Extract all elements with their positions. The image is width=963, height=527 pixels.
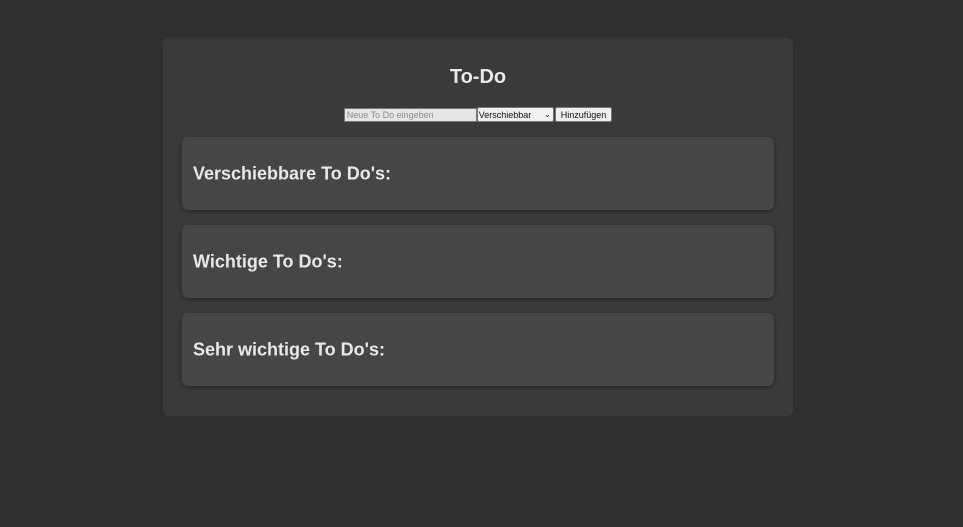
page-title: To-Do <box>449 66 507 88</box>
chevron-down-icon: ⌄ <box>544 109 551 119</box>
section-very-important-todos[interactable]: Sehr wichtige To Do's: <box>182 313 774 386</box>
todo-card: To-Do Verschiebbar ⌄ Hinzufügen Verschie… <box>163 38 793 416</box>
add-button[interactable]: Hinzufügen <box>554 107 613 122</box>
section-important-todos[interactable]: Wichtige To Do's: <box>182 225 774 298</box>
new-todo-input[interactable] <box>343 107 477 122</box>
section-title: Wichtige To Do's: <box>193 251 343 271</box>
add-todo-form: Verschiebbar ⌄ Hinzufügen <box>163 107 793 122</box>
section-title: Sehr wichtige To Do's: <box>193 339 385 359</box>
section-movable-todos[interactable]: Verschiebbare To Do's: <box>182 137 774 210</box>
section-title: Verschiebbare To Do's: <box>193 163 392 183</box>
priority-select[interactable]: Verschiebbar ⌄ <box>476 107 554 122</box>
priority-select-value: Verschiebbar <box>478 109 532 120</box>
